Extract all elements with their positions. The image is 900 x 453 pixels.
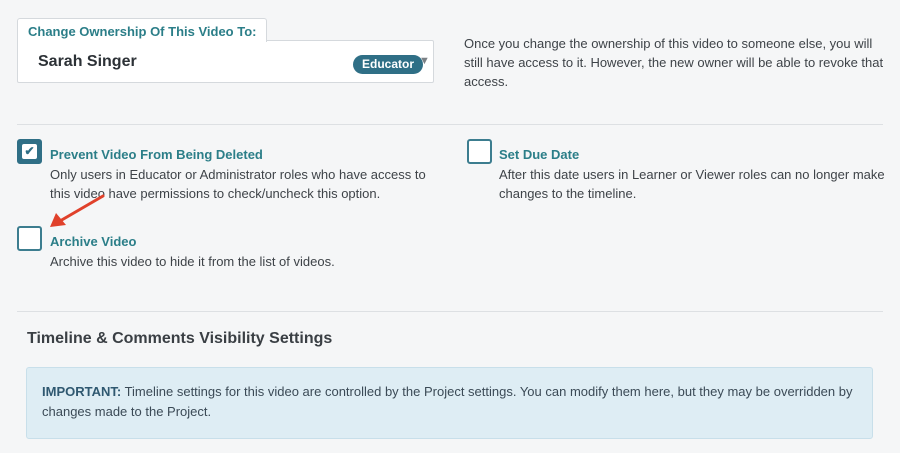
due-date-checkbox[interactable]: [467, 139, 492, 164]
chevron-down-icon[interactable]: ▼: [419, 55, 430, 67]
archive-title[interactable]: Archive Video: [50, 234, 136, 249]
archive-checkbox[interactable]: [17, 226, 42, 251]
due-date-description: After this date users in Learner or View…: [499, 167, 885, 201]
archive-description: Archive this video to hide it from the l…: [50, 254, 335, 269]
ownership-legend: Change Ownership Of This Video To:: [17, 18, 268, 42]
notice-label: IMPORTANT:: [42, 384, 122, 399]
timeline-section-title: Timeline & Comments Visibility Settings: [27, 330, 333, 347]
divider: [17, 311, 883, 312]
annotation-arrow-icon: [50, 194, 105, 227]
checkmark-icon: ✔: [24, 144, 35, 158]
important-notice: IMPORTANT: Timeline settings for this vi…: [26, 367, 873, 439]
prevent-delete-title[interactable]: Prevent Video From Being Deleted: [50, 147, 263, 162]
due-date-title[interactable]: Set Due Date: [499, 147, 579, 162]
prevent-delete-description: Only users in Educator or Administrator …: [50, 167, 426, 201]
role-badge: Educator: [353, 55, 424, 74]
divider: [17, 124, 883, 125]
prevent-delete-checkbox[interactable]: ✔: [17, 139, 42, 164]
owner-name: Sarah Singer: [38, 53, 137, 70]
notice-text: Timeline settings for this video are con…: [42, 384, 853, 419]
owner-select[interactable]: Sarah Singer Educator ▼: [17, 40, 434, 83]
ownership-note: Once you change the ownership of this vi…: [464, 36, 884, 89]
